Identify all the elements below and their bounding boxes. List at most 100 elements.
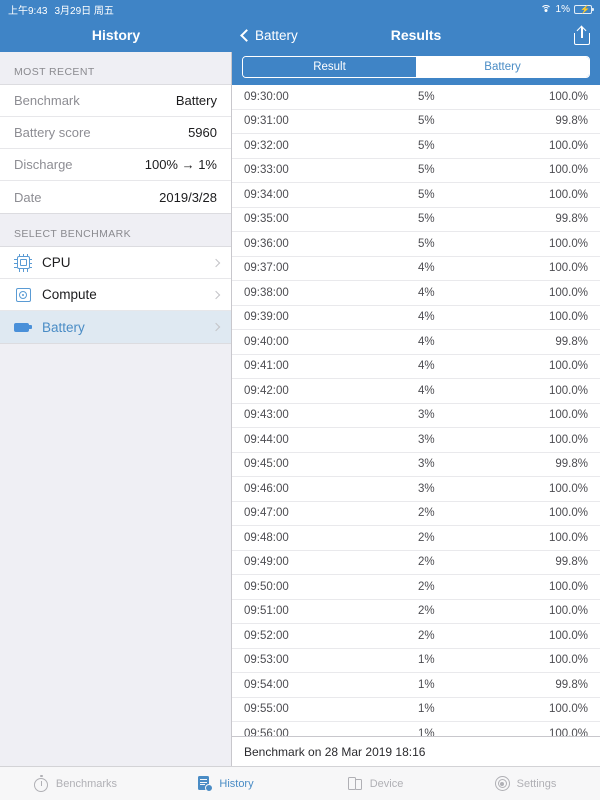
cell-time: 09:49:00 xyxy=(244,556,375,568)
sidebar-item-battery[interactable]: Battery xyxy=(0,311,231,343)
table-row[interactable]: 09:46:003%100.0% xyxy=(232,477,600,502)
cell-accuracy: 99.8% xyxy=(478,336,588,348)
table-row[interactable]: 09:50:002%100.0% xyxy=(232,575,600,600)
table-row[interactable]: 09:56:001%100.0% xyxy=(232,722,600,736)
main-panel: Result Battery 09:30:005%100.0%09:31:005… xyxy=(232,52,600,766)
table-row[interactable]: 09:44:003%100.0% xyxy=(232,428,600,453)
segmented-control-wrapper: Result Battery xyxy=(232,52,600,85)
row-key: Benchmark xyxy=(14,93,80,108)
table-row[interactable]: 09:31:005%99.8% xyxy=(232,110,600,135)
benchmark-footer: Benchmark on 28 Mar 2019 18:16 xyxy=(232,736,600,766)
cell-time: 09:55:00 xyxy=(244,703,375,715)
sidebar: MOST RECENT Benchmark Battery Battery sc… xyxy=(0,52,232,766)
cell-charge: 1% xyxy=(375,728,478,736)
cell-accuracy: 100.0% xyxy=(478,287,588,299)
cpu-chip-icon xyxy=(14,254,32,272)
row-value: Battery xyxy=(176,93,217,108)
status-battery-percent: 1% xyxy=(556,4,570,15)
tab-battery[interactable]: Battery xyxy=(416,57,589,77)
back-button[interactable]: Battery xyxy=(242,28,298,43)
table-row[interactable]: 09:54:001%99.8% xyxy=(232,673,600,698)
table-row[interactable]: 09:41:004%100.0% xyxy=(232,355,600,380)
cell-charge: 4% xyxy=(375,385,478,397)
tab-history[interactable]: History xyxy=(150,775,300,792)
tab-label: Device xyxy=(370,778,404,790)
cell-accuracy: 100.0% xyxy=(478,140,588,152)
cell-charge: 3% xyxy=(375,483,478,495)
list-item: Discharge 100% → 1% xyxy=(0,149,231,181)
table-row[interactable]: 09:51:002%100.0% xyxy=(232,600,600,625)
tab-settings[interactable]: Settings xyxy=(450,775,600,792)
status-date: 3月29日 周五 xyxy=(54,2,113,17)
row-value: 5960 xyxy=(188,125,217,140)
cell-charge: 5% xyxy=(375,115,478,127)
cell-accuracy: 100.0% xyxy=(478,654,588,666)
app-root: 上午9:43 3月29日 周五 1% ⚡ History Battery Res… xyxy=(0,0,600,800)
sidebar-navigation-bar: History xyxy=(0,18,232,52)
table-row[interactable]: 09:49:002%99.8% xyxy=(232,551,600,576)
back-button-label: Battery xyxy=(255,28,298,43)
cell-charge: 2% xyxy=(375,630,478,642)
cell-accuracy: 100.0% xyxy=(478,262,588,274)
table-row[interactable]: 09:35:005%99.8% xyxy=(232,208,600,233)
results-table[interactable]: 09:30:005%100.0%09:31:005%99.8%09:32:005… xyxy=(232,85,600,736)
cell-accuracy: 99.8% xyxy=(478,115,588,127)
table-row[interactable]: 09:48:002%100.0% xyxy=(232,526,600,551)
sidebar-item-compute[interactable]: Compute xyxy=(0,279,231,311)
list-item: Battery score 5960 xyxy=(0,117,231,149)
navigation-bar: History Battery Results xyxy=(0,18,600,52)
table-row[interactable]: 09:40:004%99.8% xyxy=(232,330,600,355)
tab-label: History xyxy=(219,778,253,790)
cell-accuracy: 100.0% xyxy=(478,703,588,715)
battery-icon xyxy=(14,318,32,336)
cell-accuracy: 100.0% xyxy=(478,483,588,495)
table-row[interactable]: 09:33:005%100.0% xyxy=(232,159,600,184)
table-row[interactable]: 09:55:001%100.0% xyxy=(232,698,600,723)
cell-charge: 3% xyxy=(375,434,478,446)
cell-charge: 4% xyxy=(375,262,478,274)
row-key: Discharge xyxy=(14,157,73,172)
table-row[interactable]: 09:52:002%100.0% xyxy=(232,624,600,649)
cell-accuracy: 100.0% xyxy=(478,385,588,397)
cell-time: 09:45:00 xyxy=(244,458,375,470)
status-bar-left: 上午9:43 3月29日 周五 xyxy=(8,2,114,17)
table-row[interactable]: 09:43:003%100.0% xyxy=(232,404,600,429)
cell-accuracy: 100.0% xyxy=(478,189,588,201)
table-row[interactable]: 09:34:005%100.0% xyxy=(232,183,600,208)
sidebar-title: History xyxy=(92,27,140,43)
table-row[interactable]: 09:45:003%99.8% xyxy=(232,453,600,478)
chevron-left-icon xyxy=(240,29,253,42)
cell-charge: 5% xyxy=(375,91,478,103)
cell-charge: 5% xyxy=(375,213,478,225)
tab-label: Settings xyxy=(517,778,557,790)
cell-charge: 5% xyxy=(375,140,478,152)
sidebar-item-cpu[interactable]: CPU xyxy=(0,247,231,279)
settings-icon xyxy=(494,775,511,792)
battery-charging-icon: ⚡ xyxy=(574,5,592,14)
tab-benchmarks[interactable]: Benchmarks xyxy=(0,775,150,792)
table-row[interactable]: 09:42:004%100.0% xyxy=(232,379,600,404)
cell-time: 09:51:00 xyxy=(244,605,375,617)
share-icon[interactable] xyxy=(574,26,590,45)
wifi-icon xyxy=(540,4,552,14)
segmented-control: Result Battery xyxy=(242,56,590,78)
cell-time: 09:47:00 xyxy=(244,507,375,519)
table-row[interactable]: 09:37:004%100.0% xyxy=(232,257,600,282)
table-row[interactable]: 09:38:004%100.0% xyxy=(232,281,600,306)
table-row[interactable]: 09:47:002%100.0% xyxy=(232,502,600,527)
status-bar: 上午9:43 3月29日 周五 1% ⚡ xyxy=(0,0,600,18)
cell-accuracy: 100.0% xyxy=(478,630,588,642)
table-row[interactable]: 09:30:005%100.0% xyxy=(232,85,600,110)
stopwatch-icon xyxy=(33,775,50,792)
table-row[interactable]: 09:32:005%100.0% xyxy=(232,134,600,159)
table-row[interactable]: 09:36:005%100.0% xyxy=(232,232,600,257)
cell-accuracy: 100.0% xyxy=(478,409,588,421)
table-row[interactable]: 09:39:004%100.0% xyxy=(232,306,600,331)
tab-result[interactable]: Result xyxy=(243,57,416,77)
cell-charge: 4% xyxy=(375,336,478,348)
cell-charge: 2% xyxy=(375,581,478,593)
table-row[interactable]: 09:53:001%100.0% xyxy=(232,649,600,674)
tab-device[interactable]: Device xyxy=(300,775,450,792)
sidebar-item-label: CPU xyxy=(42,255,203,270)
cell-accuracy: 100.0% xyxy=(478,605,588,617)
